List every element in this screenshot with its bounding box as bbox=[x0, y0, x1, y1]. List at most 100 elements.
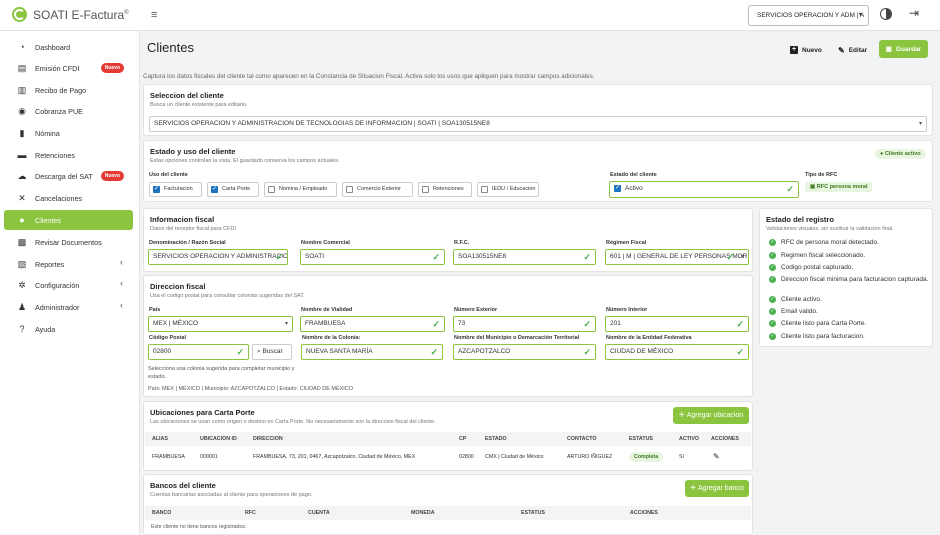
sidebar-item-administrador[interactable]: ♟ Administrador ‹ bbox=[4, 297, 133, 317]
validation-text: Regimen fiscal seleccionado. bbox=[781, 252, 866, 259]
usage-checkbox[interactable]: Nomina / Empleado bbox=[264, 182, 337, 197]
client-selection-card: Seleccion del cliente Busca un cliente e… bbox=[143, 84, 933, 136]
usage-checkbox[interactable]: IEDU / Educacion bbox=[477, 182, 539, 197]
section-subtitle: Usa el codigo postal para consultar colo… bbox=[150, 293, 305, 299]
theme-toggle-icon[interactable] bbox=[880, 8, 892, 20]
field-value: CIUDAD DE MÉXICO bbox=[610, 348, 674, 355]
section-subtitle: Validaciones visuales, sin sustituir la … bbox=[766, 226, 894, 232]
sidebar-item-label: Nómina bbox=[35, 128, 60, 138]
sidebar-item-recibo-de-pago[interactable]: ▥ Recibo de Pago bbox=[4, 80, 133, 100]
check-circle-icon: ✓ bbox=[769, 296, 776, 303]
field-input[interactable]: SOA130515NE8 ✓ bbox=[453, 249, 596, 265]
edit-button[interactable]: ✎ Editar bbox=[838, 46, 867, 55]
save-button[interactable]: ▣ Guardar bbox=[879, 40, 928, 58]
chevron-down-icon: ▾ bbox=[740, 254, 744, 260]
field-input[interactable]: CIUDAD DE MÉXICO ✓ bbox=[605, 344, 749, 360]
field-input[interactable]: 73 ✓ bbox=[453, 316, 596, 332]
checkbox-label: Nomina / Empleado bbox=[279, 186, 328, 192]
plus-icon: + bbox=[690, 483, 696, 494]
sidebar-item-descarga-del-sat[interactable]: ☁ Descarga del SAT Nuevo bbox=[4, 166, 133, 186]
add-bank-button[interactable]: + Agregar banco bbox=[685, 480, 749, 497]
checkbox-icon bbox=[268, 186, 275, 193]
chevron-down-icon: ▾ bbox=[284, 321, 288, 327]
client-select[interactable]: SERVICIOS OPERACION Y ADMINISTRACION DE … bbox=[149, 116, 927, 132]
sidebar-item-revisar-documentos[interactable]: ▩ Revisar Documentos bbox=[4, 232, 133, 252]
field-input[interactable]: SOATI ✓ bbox=[300, 249, 445, 265]
new-button[interactable]: + Nuevo bbox=[790, 46, 822, 54]
fiscal-address-card: Direccion fiscal Usa el codigo postal pa… bbox=[143, 275, 753, 397]
sidebar-item-label: Recibo de Pago bbox=[35, 85, 87, 95]
table-cell: CMX | Ciudad de México bbox=[485, 454, 544, 460]
field-input[interactable]: 201 ✓ bbox=[605, 316, 749, 332]
app-logo[interactable]: SOATI E-Factura® bbox=[12, 7, 129, 22]
app-title: SOATI E-Factura® bbox=[33, 7, 129, 22]
sidebar-item-cancelaciones[interactable]: ✕ Cancelaciones bbox=[4, 188, 133, 208]
edit-icon[interactable]: ✎ bbox=[713, 449, 720, 465]
checkbox-icon bbox=[346, 186, 353, 193]
search-cp-button[interactable]: ⌕ Buscar bbox=[252, 344, 292, 360]
field-label: Nombre de la Entidad Federativa bbox=[606, 335, 692, 341]
column-header: UBICACION ID bbox=[200, 436, 237, 442]
field-label: Denominación / Razón Social bbox=[149, 240, 226, 246]
sidebar-item-ayuda[interactable]: ? Ayuda bbox=[4, 319, 133, 339]
sidebar-item-retenciones[interactable]: ▬ Retenciones bbox=[4, 145, 133, 165]
sidebar-item-emisi-n-cfdi[interactable]: ▤ Emisión CFDI Nuevo bbox=[4, 58, 133, 78]
field-value: 73 bbox=[458, 320, 466, 327]
field-input[interactable]: NUEVA SANTA MARÍA ✓ bbox=[301, 344, 443, 360]
sidebar-item-label: Ayuda bbox=[35, 324, 56, 334]
banks-card: Bancos del cliente Cuentas bancarias aso… bbox=[143, 474, 753, 535]
sidebar-item-label: Dashboard bbox=[35, 42, 71, 52]
search-icon: ⌕ bbox=[257, 348, 261, 355]
status-field[interactable]: ✓ Activo ✓ bbox=[609, 181, 799, 198]
column-header: ACTIVO bbox=[679, 436, 700, 442]
column-header: ESTADO bbox=[485, 436, 507, 442]
sidebar-item-label: Revisar Documentos bbox=[35, 237, 102, 247]
usage-checkbox[interactable]: ✓ Carta Porte bbox=[207, 182, 259, 197]
check-circle-icon: ✓ bbox=[769, 320, 776, 327]
section-subtitle: Las ubicaciones se usan como origen o de… bbox=[150, 419, 436, 425]
sidebar-item-cobranza-pue[interactable]: ◉ Cobranza PUE bbox=[4, 101, 133, 121]
field-input[interactable]: SERVICIOS OPERACION Y ADMINISTRACIO ✓ bbox=[148, 249, 288, 265]
save-icon: ▣ bbox=[885, 46, 892, 53]
usage-checkbox[interactable]: Retenciones bbox=[418, 182, 472, 197]
sidebar-item-clientes[interactable]: ● Clientes bbox=[4, 210, 133, 230]
sidebar-item-n-mina[interactable]: ▮ Nómina bbox=[4, 123, 133, 143]
field-input[interactable]: MEX | MÉXICO ▾ bbox=[148, 316, 293, 332]
field-input[interactable]: 601 | M | GENERAL DE LEY PERSONAS MOR...… bbox=[605, 249, 749, 265]
field-value: MEX | MÉXICO bbox=[153, 320, 199, 327]
field-input[interactable]: AZCAPOTZALCO ✓ bbox=[453, 344, 596, 360]
column-header: CP bbox=[459, 436, 467, 442]
sidebar-item-configuraci-n[interactable]: ✲ Configuración ‹ bbox=[4, 275, 133, 295]
field-label: Nombre de la Colonia: bbox=[302, 335, 361, 341]
check-circle-icon: ✓ bbox=[769, 252, 776, 259]
menu-toggle-icon[interactable]: ≡ bbox=[151, 9, 157, 21]
check-circle-icon: ✓ bbox=[769, 264, 776, 271]
field-label: Régimen Fiscal bbox=[606, 240, 647, 246]
validation-text: RFC de persona moral detectado. bbox=[781, 239, 879, 246]
check-icon: ✓ bbox=[583, 319, 591, 329]
chevron-left-icon[interactable]: ‹ bbox=[120, 278, 123, 288]
sidebar-item-dashboard[interactable]: ◔ Dashboard bbox=[4, 37, 133, 57]
usage-checkbox[interactable]: ✓ Facturacion bbox=[149, 182, 202, 197]
section-title: Seleccion del cliente bbox=[150, 91, 224, 100]
chevron-left-icon[interactable]: ‹ bbox=[120, 300, 123, 310]
company-select[interactable]: SERVICIOS OPERACION Y ADM | A ▾ bbox=[748, 5, 869, 26]
gear-icon: ✲ bbox=[18, 279, 26, 290]
logout-icon[interactable]: ⇥ bbox=[909, 6, 919, 20]
sidebar: ◔ Dashboard ▤ Emisión CFDI Nuevo ▥ Recibo de P… bbox=[0, 31, 140, 535]
validation-item: ✓ RFC de persona moral detectado. bbox=[769, 239, 879, 246]
check-icon: ✓ bbox=[583, 347, 591, 357]
cp-input[interactable]: 02800 ✓ bbox=[148, 344, 249, 360]
cloud-download-icon: ☁ bbox=[17, 170, 27, 181]
column-header: CUENTA bbox=[308, 510, 330, 516]
sidebar-item-reportes[interactable]: ▧ Reportes ‹ bbox=[4, 254, 133, 274]
section-subtitle: Datos del receptor fiscal para CFDI. bbox=[150, 226, 238, 232]
usage-checkbox[interactable]: Comercio Exterior bbox=[342, 182, 413, 197]
add-location-button[interactable]: + Agregar ubicacion bbox=[673, 407, 749, 424]
field-input[interactable]: FRAMBUESA ✓ bbox=[300, 316, 445, 332]
colonia-help: Selecciona una colonia sugerida para com… bbox=[148, 366, 295, 380]
column-header: MONEDA bbox=[411, 510, 435, 516]
checkbox-label: Carta Porte bbox=[222, 186, 251, 192]
chevron-left-icon[interactable]: ‹ bbox=[120, 257, 123, 267]
receipt-icon: ▥ bbox=[17, 84, 27, 95]
